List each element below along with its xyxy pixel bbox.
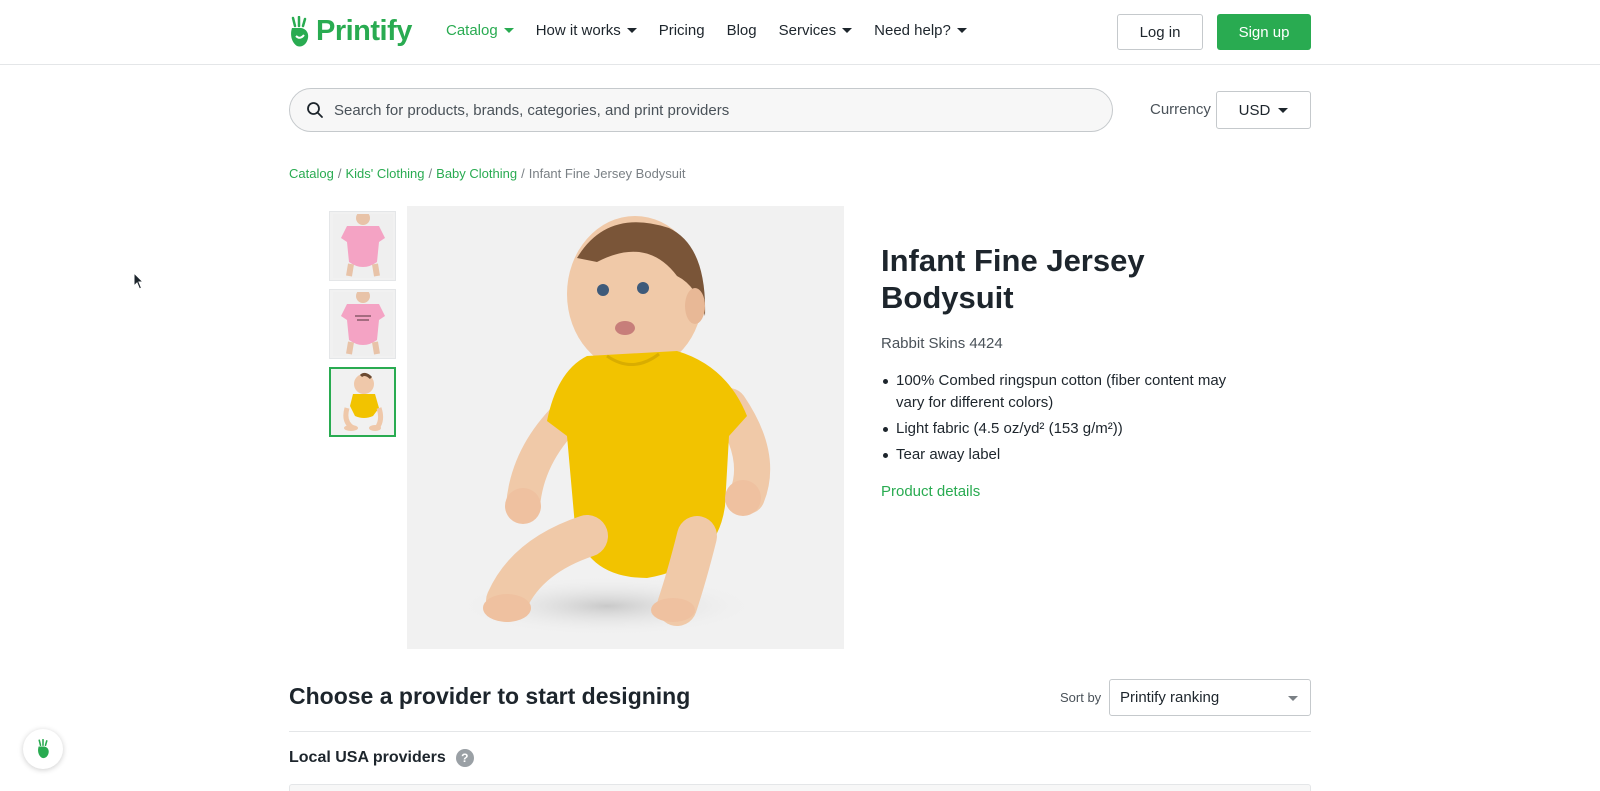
thumbnail-pink-front[interactable]	[329, 211, 396, 281]
chevron-down-icon	[503, 28, 514, 33]
sort-value: Printify ranking	[1120, 689, 1220, 706]
nav-how-it-works-label: How it works	[535, 22, 621, 39]
breadcrumb-kids-clothing[interactable]: Kids' Clothing	[345, 166, 424, 181]
nav-need-help-label: Need help?	[874, 22, 951, 39]
feature-item: 100% Combed ringspun cotton (fiber conte…	[881, 370, 1241, 414]
product-details-link[interactable]: Product details	[881, 483, 980, 500]
bodysuit-yellow-thumb-image	[332, 370, 393, 434]
bodysuit-pink-printed-image	[332, 292, 393, 356]
nav-pricing[interactable]: Pricing	[659, 22, 705, 39]
printify-logo[interactable]: Printify	[288, 15, 412, 48]
mouse-cursor-icon	[133, 272, 145, 290]
chevron-down-icon	[626, 28, 637, 33]
signup-button[interactable]: Sign up	[1217, 14, 1311, 50]
product-brand: Rabbit Skins 4424	[881, 335, 1003, 352]
chevron-down-icon	[1288, 696, 1298, 701]
help-icon[interactable]: ?	[455, 749, 474, 767]
baby-yellow-bodysuit-image	[407, 206, 844, 649]
printify-logo-icon	[291, 15, 309, 47]
breadcrumb-separator: /	[337, 166, 342, 181]
search-icon	[307, 102, 323, 118]
thumbnail-yellow-selected[interactable]	[329, 367, 396, 437]
search-input[interactable]	[334, 101, 1094, 119]
product-features: 100% Combed ringspun cotton (fiber conte…	[881, 370, 1241, 470]
feature-item: Light fabric (4.5 oz/yd² (153 g/m²))	[881, 418, 1241, 440]
sort-label: Sort by	[1060, 690, 1102, 705]
providers-heading: Choose a provider to start designing	[289, 683, 691, 709]
nav-need-help[interactable]: Need help?	[874, 22, 967, 39]
logo-text: Printify	[316, 15, 412, 47]
chevron-down-icon	[842, 28, 853, 33]
bodysuit-pink-image	[332, 214, 393, 278]
nav-catalog-label: Catalog	[446, 22, 498, 39]
sort-select[interactable]: Printify ranking	[1109, 679, 1311, 716]
chat-widget-button[interactable]	[23, 729, 63, 769]
nav-services[interactable]: Services	[779, 22, 853, 39]
login-button[interactable]: Log in	[1117, 14, 1203, 50]
chevron-down-icon	[1278, 107, 1289, 113]
nav-how-it-works[interactable]: How it works	[536, 22, 637, 39]
thumbnail-pink-printed[interactable]	[329, 289, 396, 359]
nav-blog-label: Blog	[726, 22, 757, 39]
nav-services-label: Services	[778, 22, 837, 39]
breadcrumb-separator: /	[428, 166, 433, 181]
provider-card[interactable]	[289, 784, 1311, 791]
breadcrumb-separator: /	[521, 166, 525, 181]
nav-pricing-label: Pricing	[658, 22, 705, 39]
local-providers-label: Local USA providers	[289, 749, 446, 766]
section-divider	[289, 731, 1311, 732]
currency-select[interactable]: USD	[1216, 91, 1311, 129]
breadcrumb-baby-clothing[interactable]: Baby Clothing	[436, 166, 517, 181]
chevron-down-icon	[956, 28, 967, 33]
product-title: Infant Fine Jersey Bodysuit	[881, 243, 1145, 315]
breadcrumb-catalog[interactable]: Catalog	[289, 166, 334, 181]
search-bar[interactable]	[289, 88, 1113, 132]
product-main-image[interactable]	[407, 206, 844, 649]
feature-item: Tear away label	[881, 444, 1241, 466]
main-nav: Catalog How it works Pricing Blog Servic…	[446, 22, 967, 39]
printify-chat-icon	[38, 739, 49, 759]
breadcrumb: Catalog / Kids' Clothing / Baby Clothing…	[289, 166, 686, 181]
currency-label: Currency	[1150, 101, 1211, 118]
nav-catalog[interactable]: Catalog	[446, 22, 514, 39]
nav-blog[interactable]: Blog	[727, 22, 757, 39]
currency-value: USD	[1238, 101, 1271, 119]
site-header: Printify Catalog How it works Pricing Bl…	[0, 0, 1600, 65]
breadcrumb-current: Infant Fine Jersey Bodysuit	[528, 166, 686, 181]
local-providers-heading: Local USA providers ?	[289, 749, 474, 767]
